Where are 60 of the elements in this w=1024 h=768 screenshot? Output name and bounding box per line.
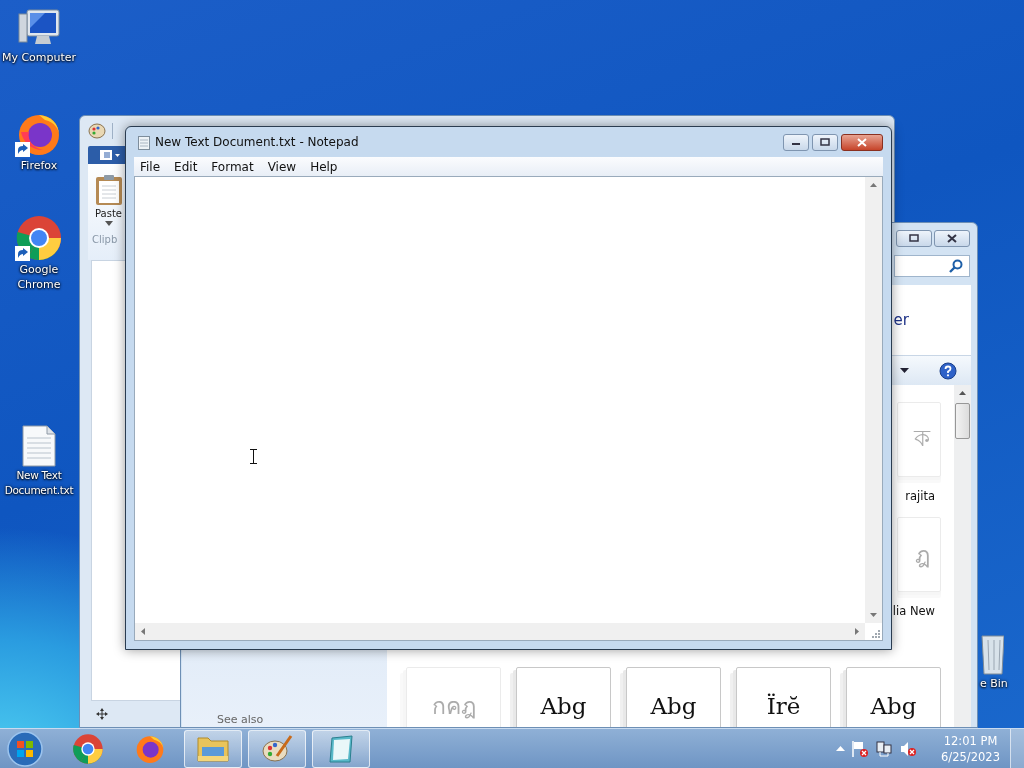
help-icon[interactable] [939,361,957,380]
network-icon[interactable] [875,739,894,758]
text-file-icon[interactable] [21,424,57,468]
taskbar-button[interactable] [248,729,306,768]
caret-icon[interactable] [900,368,909,373]
caret-icon [104,221,113,226]
font-name[interactable]: lia New [892,604,941,618]
desktop-icon-label[interactable]: Firefox [0,158,78,173]
see-also-label: See also [217,713,265,727]
maximize-icon [820,138,830,146]
recycle-bin-icon[interactable] [980,632,1004,676]
start-button[interactable] [6,729,44,768]
menu-item[interactable]: Format [205,159,260,174]
group-label: Clipb [92,234,118,245]
clipboard-icon [94,174,123,206]
desktop-icon-label[interactable]: Google Chrome [0,262,78,292]
menu-item[interactable]: View [261,159,303,174]
taskbar-button[interactable] [312,729,370,768]
taskbar-button[interactable] [184,729,242,768]
text-cursor-icon [250,449,257,464]
close-button[interactable] [934,229,970,247]
menu-item[interactable]: Help [304,159,344,174]
maximize-icon [909,234,919,242]
scrollbar-thumb[interactable] [955,403,970,439]
search-icon [949,259,963,273]
minimize-button[interactable] [783,133,809,151]
font-name[interactable]: rajita [905,489,941,503]
palette-icon[interactable] [88,123,106,139]
notepad-icon [326,733,356,764]
search-field[interactable] [894,255,970,277]
scroll-left-icon [141,628,145,635]
scroll-up-icon [959,391,966,395]
maximize-button[interactable] [812,133,838,151]
close-icon [947,233,957,243]
palette-icon [261,733,293,764]
scroll-down-icon [870,613,877,617]
vertical-scrollbar[interactable] [954,385,971,727]
window-title: New Text Document.txt - Notepad [155,135,359,149]
flag-icon[interactable] [851,739,870,758]
desktop-icon-label[interactable]: New Text Document.txt [0,468,78,498]
scroll-up-icon [870,183,877,187]
close-button[interactable] [841,133,883,151]
notepad-icon [138,134,150,150]
horizontal-scrollbar[interactable] [135,623,865,640]
chrome-icon [72,732,104,765]
scroll-right-icon [855,628,859,635]
desktop-icon-label[interactable]: e Bin [980,676,1008,691]
show-hidden-icons-icon[interactable] [836,746,846,751]
chrome-icon[interactable] [15,214,63,262]
desktop-icon-label[interactable]: My Computer [0,50,78,65]
page-heading: er [893,311,909,329]
menu-icon [98,149,122,161]
maximize-button[interactable] [896,229,932,247]
menu-item[interactable]: Edit [168,159,204,174]
paste-button[interactable]: Paste [92,170,125,226]
move-icon [96,708,108,720]
vertical-scrollbar[interactable] [865,177,882,623]
close-icon [857,137,867,147]
size-grip-icon[interactable] [871,629,880,638]
menu-item[interactable]: File [134,159,167,174]
